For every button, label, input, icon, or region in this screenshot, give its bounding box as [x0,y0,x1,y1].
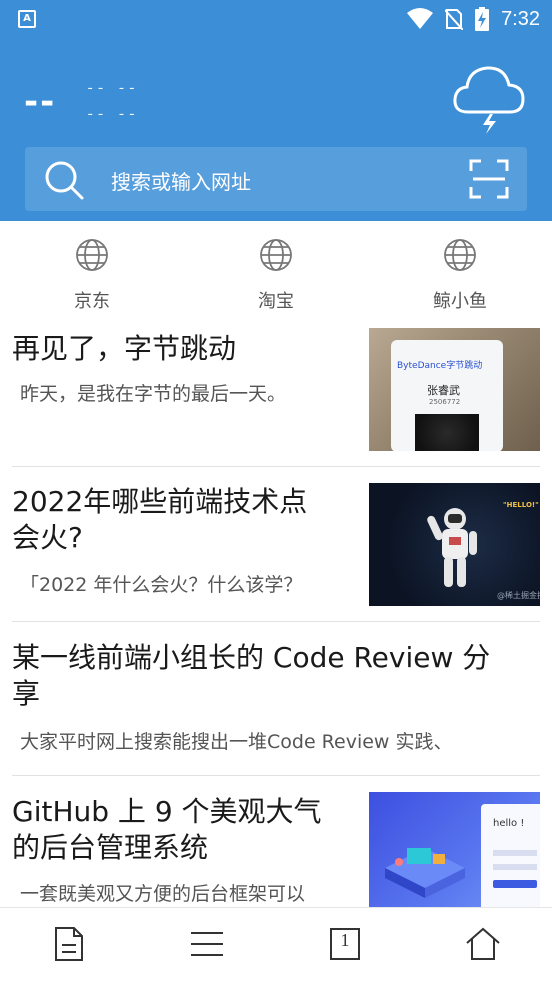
badge-brand: ByteDance字节跳动 [397,361,483,371]
quicklink-taobao[interactable]: 淘宝 [184,221,368,321]
astronaut-icon [427,508,477,587]
bottom-navigation: 1 [0,907,552,981]
thumb-hello-text: "HELLO!" [503,501,539,509]
isometric-illustration-icon [385,848,465,898]
admin-hello-text: hello ! [493,818,525,829]
header: A 7:32 -- -- -- -- -- 搜索或输入网址 [0,0,552,221]
search-bar[interactable]: 搜索或输入网址 [25,147,527,211]
article-summary: 昨天，是我在字节的最后一天。 [20,383,287,405]
quicklink-label: 淘宝 [258,291,294,312]
scan-icon[interactable] [469,159,509,199]
document-icon [55,927,83,961]
article-title: GitHub 上 9 个美观大气 的后台管理系统 [12,795,322,864]
weather-details[interactable]: -- -- -- -- [86,76,138,128]
status-icons: 7:32 [407,6,540,32]
article-item[interactable]: 某一线前端小组长的 Code Review 分 享 大家平时网上搜索能搜出一堆C… [12,622,540,776]
article-title: 再见了，字节跳动 [12,332,237,365]
search-input[interactable]: 搜索或输入网址 [111,166,251,195]
badge-id: 2506772 [429,398,461,406]
quicklink-jingxiaoyu[interactable]: 鲸小鱼 [368,221,552,321]
globe-icon [260,239,292,271]
app-notification-icon: A [18,10,36,28]
admin-input-2 [493,864,537,870]
article-item[interactable]: 再见了，字节跳动 昨天，是我在字节的最后一天。 ByteDance字节跳动 张睿… [12,321,540,467]
status-bar: A 7:32 [0,0,552,38]
battery-charging-icon [475,7,490,31]
quicklink-label: 京东 [74,291,110,312]
badge-photo [415,414,479,451]
article-item[interactable]: GitHub 上 9 个美观大气 的后台管理系统 一套既美观又方便的后台框架可以… [12,776,540,916]
quick-links: 京东 淘宝 鲸小鱼 [0,221,552,321]
bookmarks-button[interactable] [0,908,138,981]
status-time: 7:32 [501,7,540,30]
article-title: 2022年哪些前端技术点 会火? [12,485,308,554]
menu-button[interactable] [138,908,276,981]
article-feed: 再见了，字节跳动 昨天，是我在字节的最后一天。 ByteDance字节跳动 张睿… [12,321,540,916]
article-thumbnail: ByteDance字节跳动 张睿武 2506772 [369,328,540,451]
home-button[interactable] [414,908,552,981]
article-thumbnail: hello ! [369,792,540,916]
quicklink-jd[interactable]: 京东 [0,221,184,321]
home-icon [466,927,500,960]
badge-card: ByteDance字节跳动 张睿武 2506772 [391,340,503,451]
quicklink-label: 鲸小鱼 [433,291,487,312]
article-summary: 「2022 年什么会火？什么该学？ [20,574,303,596]
article-thumbnail: "HELLO!" @稀土掘金技 [369,483,540,606]
article-summary: 一套既美观又方便的后台框架可以 [20,883,306,905]
search-icon [45,161,84,200]
tabs-button[interactable]: 1 [276,908,414,981]
article-summary: 大家平时网上搜索能搜出一堆Code Review 实践、 [20,731,453,753]
wifi-icon [407,8,434,29]
admin-login-button [493,880,537,888]
weather-line-1: -- -- [86,81,139,97]
menu-icon [191,932,223,956]
no-sim-icon [445,9,464,30]
thumb-watermark: @稀土掘金技 [497,591,540,600]
thunderstorm-cloud-icon[interactable] [450,58,528,136]
tab-count: 1 [340,930,350,950]
article-item[interactable]: 2022年哪些前端技术点 会火? 「2022 年什么会火？什么该学？ "HELL… [12,467,540,622]
badge-name: 张睿武 [427,384,460,397]
admin-input-1 [493,850,537,856]
globe-icon [444,239,476,271]
weather-line-2: -- -- [86,107,139,123]
globe-icon [76,239,108,271]
weather-temperature[interactable]: -- [24,82,56,122]
article-title: 某一线前端小组长的 Code Review 分 享 [12,641,491,710]
